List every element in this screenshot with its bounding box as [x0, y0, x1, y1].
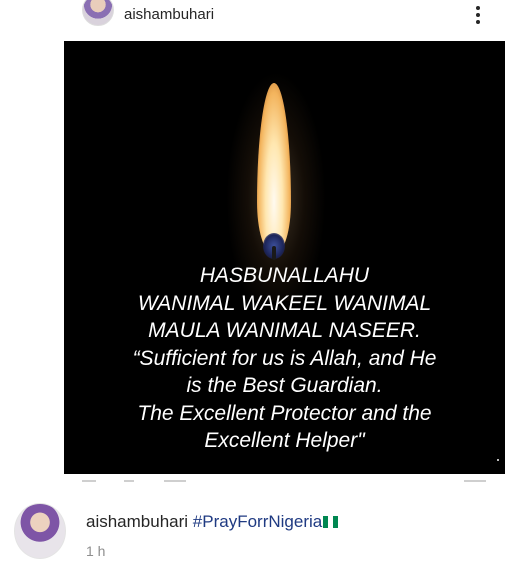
quote-text: HASBUNALLAHU WANIMAL WAKEEL WANIMAL MAUL…: [64, 262, 505, 455]
candle-wick: [272, 246, 276, 260]
caption: aishambuhari #PrayForrNigeria: [86, 512, 339, 532]
quote-line: “Sufficient for us is Allah, and He: [132, 346, 437, 370]
quote-line: HASBUNALLAHU: [199, 264, 370, 287]
post-username[interactable]: aishambuhari: [124, 6, 214, 23]
hashtag-link[interactable]: #PrayForrNigeria: [193, 512, 322, 531]
post-timestamp: 1 h: [86, 543, 106, 559]
more-options-icon[interactable]: [470, 2, 486, 28]
caption-username[interactable]: aishambuhari: [86, 512, 188, 531]
quote-line: MAULA WANIMAL NASEER.: [148, 319, 421, 342]
image-bottom-edge: [64, 474, 505, 488]
quote-line: is the Best Guardian.: [186, 374, 383, 397]
quote-line: The Excellent Protector and the: [137, 401, 432, 425]
nigeria-flag-icon: [323, 516, 339, 528]
post-header: aishambuhari: [0, 0, 519, 30]
image-artifact: [497, 459, 499, 461]
caption-avatar[interactable]: [14, 503, 66, 559]
post-image[interactable]: HASBUNALLAHU WANIMAL WAKEEL WANIMAL MAUL…: [64, 41, 505, 474]
quote-line: WANIMAL WAKEEL WANIMAL: [137, 291, 432, 315]
quote-line: Excellent Helper": [204, 429, 365, 452]
avatar[interactable]: [82, 0, 114, 26]
